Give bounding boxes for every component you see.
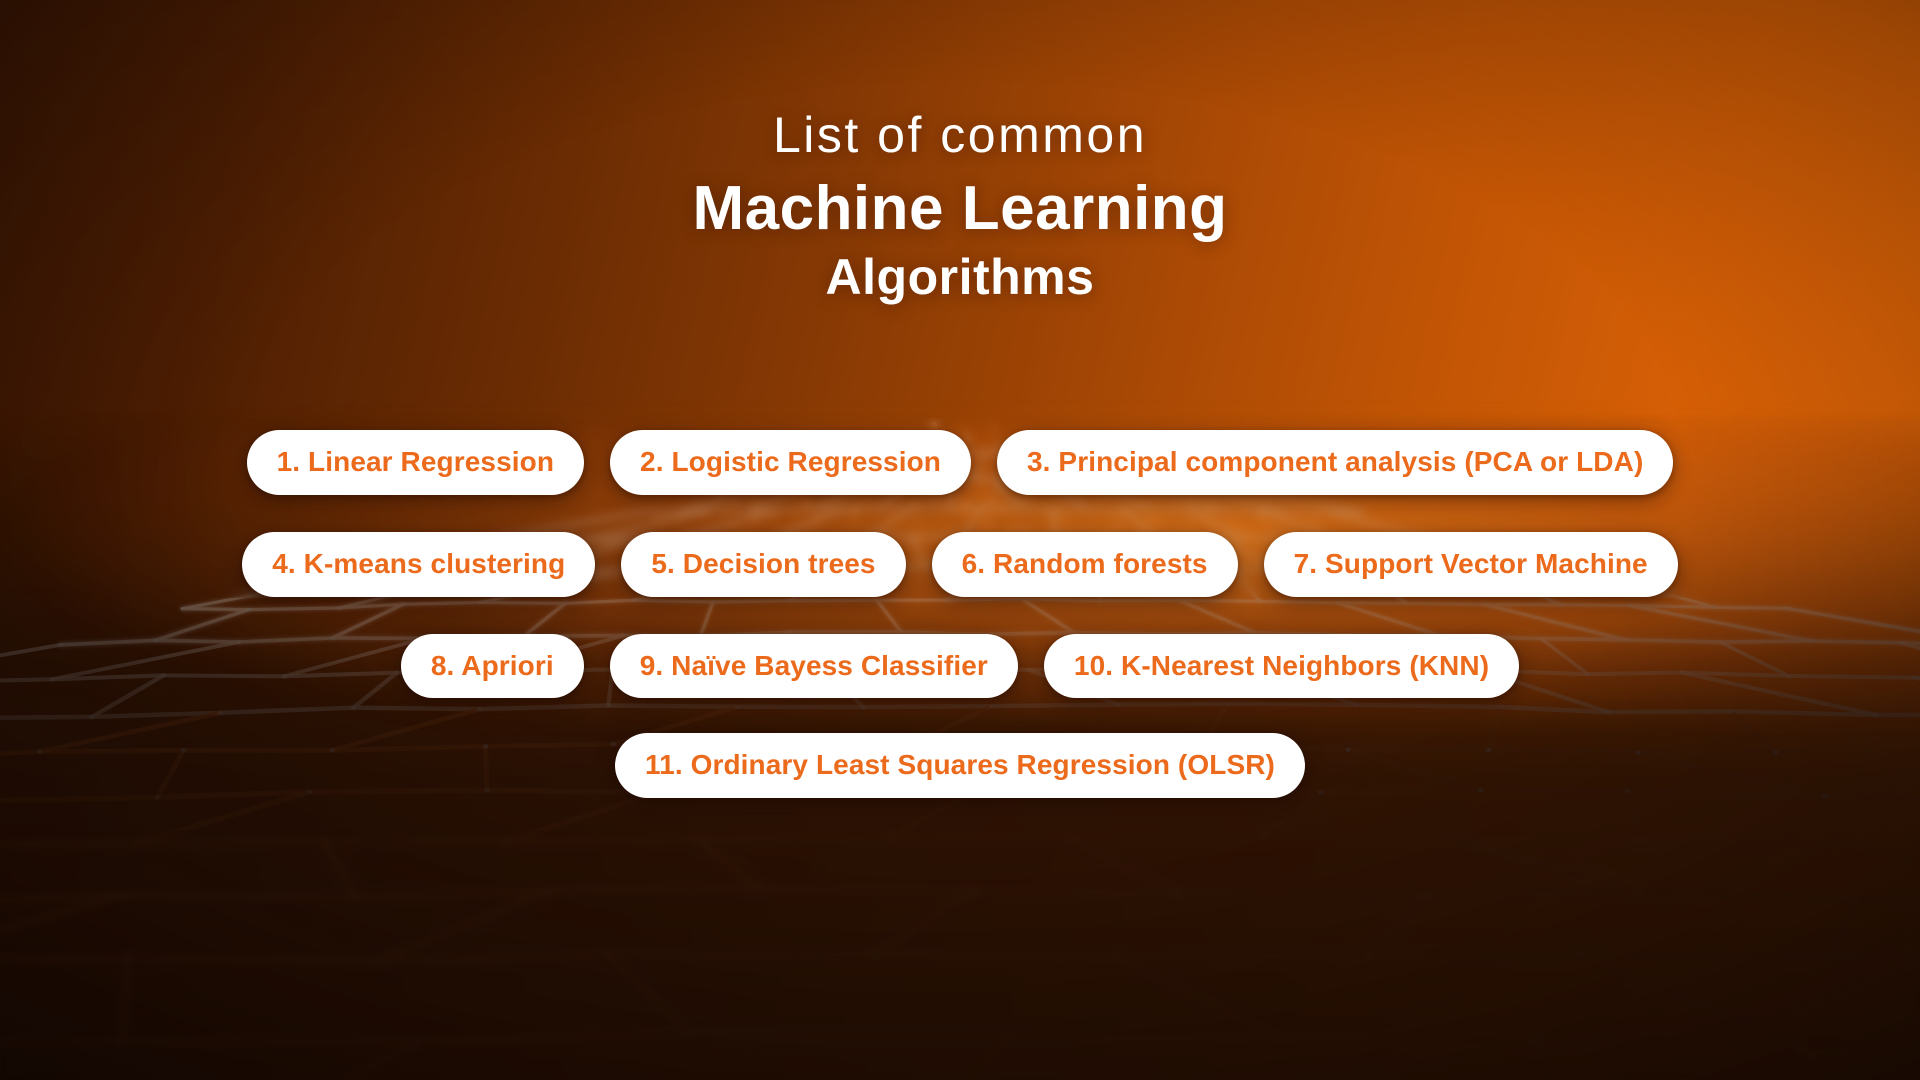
algorithm-pill-4[interactable]: 4. K-means clustering — [242, 531, 596, 597]
algorithm-pill-7[interactable]: 7. Support Vector Machine — [1263, 531, 1678, 597]
title-line-3: Algorithms — [825, 249, 1095, 305]
algorithm-pill-1[interactable]: 1. Linear Regression — [246, 430, 585, 495]
page-title: List of common Machine Learning Algorith… — [0, 110, 1920, 302]
algorithm-pill-3[interactable]: 3. Principal component analysis (PCA or … — [997, 430, 1674, 495]
algorithm-pill-5[interactable]: 5. Decision trees — [621, 531, 906, 597]
algorithm-pill-2[interactable]: 2. Logistic Regression — [610, 430, 971, 495]
algorithm-pill-6[interactable]: 6. Random forests — [931, 531, 1238, 597]
algorithm-pill-10[interactable]: 10. K-Nearest Neighbors (KNN) — [1043, 633, 1520, 699]
title-line-2: Machine Learning — [692, 174, 1228, 243]
algorithm-row: 8. Apriori 9. Naïve Bayess Classifier 10. … — [0, 633, 1920, 699]
algorithm-list: 1. Linear Regression 2. Logistic Regressi… — [0, 430, 1920, 835]
poster-canvas: List of common Machine Learning Algorith… — [0, 0, 1920, 1080]
algorithm-pill-9[interactable]: 9. Naïve Bayess Classifier — [609, 633, 1018, 699]
algorithm-row: 11. Ordinary Least Squares Regression (O… — [0, 733, 1920, 799]
algorithm-pill-8[interactable]: 8. Apriori — [400, 633, 584, 699]
algorithm-row: 4. K-means clustering 5. Decision trees 6.… — [0, 531, 1920, 597]
algorithm-pill-11[interactable]: 11. Ordinary Least Squares Regression (O… — [615, 733, 1305, 799]
algorithm-row: 1. Linear Regression 2. Logistic Regressi… — [0, 430, 1920, 495]
title-line-1: List of common — [772, 107, 1147, 163]
poster-content: List of common Machine Learning Algorith… — [0, 0, 1920, 1080]
